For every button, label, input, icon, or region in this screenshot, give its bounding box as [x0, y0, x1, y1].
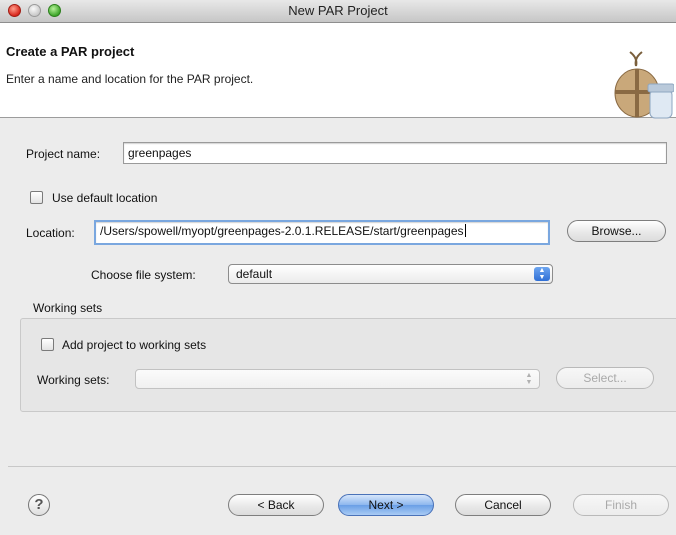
wizard-description: Enter a name and location for the PAR pr… [6, 72, 254, 86]
help-icon[interactable]: ? [28, 494, 50, 516]
location-label: Location: [26, 226, 75, 240]
working-sets-group-label: Working sets [33, 301, 103, 315]
wizard-title: Create a PAR project [6, 44, 135, 59]
next-button[interactable]: Next > [338, 494, 434, 516]
window-titlebar[interactable]: New PAR Project [0, 0, 676, 23]
select-working-sets-button[interactable]: Select... [556, 367, 654, 389]
use-default-location-checkbox[interactable] [30, 191, 43, 204]
location-value: /Users/spowell/myopt/greenpages-2.0.1.RE… [100, 224, 464, 238]
browse-button[interactable]: Browse... [567, 220, 666, 242]
file-system-value: default [236, 267, 273, 281]
footer-separator [8, 466, 676, 467]
use-default-location-label: Use default location [52, 191, 158, 205]
cancel-button[interactable]: Cancel [455, 494, 551, 516]
working-sets-group [20, 318, 676, 412]
updown-arrows-icon: ▲ ▼ [525, 372, 533, 386]
window-title: New PAR Project [288, 3, 388, 18]
add-to-working-sets-checkbox[interactable] [41, 338, 54, 351]
finish-button[interactable]: Finish [573, 494, 669, 516]
add-to-working-sets-label: Add project to working sets [62, 338, 207, 352]
working-sets-label: Working sets: [37, 373, 110, 387]
project-name-label: Project name: [26, 147, 101, 161]
back-button[interactable]: < Back [228, 494, 324, 516]
project-name-field[interactable]: greenpages [123, 142, 667, 164]
location-field[interactable]: /Users/spowell/myopt/greenpages-2.0.1.RE… [94, 220, 550, 245]
package-jar-icon [614, 51, 674, 119]
updown-arrows-icon: ▲ ▼ [534, 267, 550, 281]
working-sets-select[interactable]: ▲ ▼ [135, 369, 540, 389]
wizard-header: Create a PAR project Enter a name and lo… [0, 23, 676, 119]
file-system-label: Choose file system: [91, 268, 196, 282]
file-system-select[interactable]: default ▲ ▼ [228, 264, 553, 284]
text-caret [464, 224, 466, 237]
